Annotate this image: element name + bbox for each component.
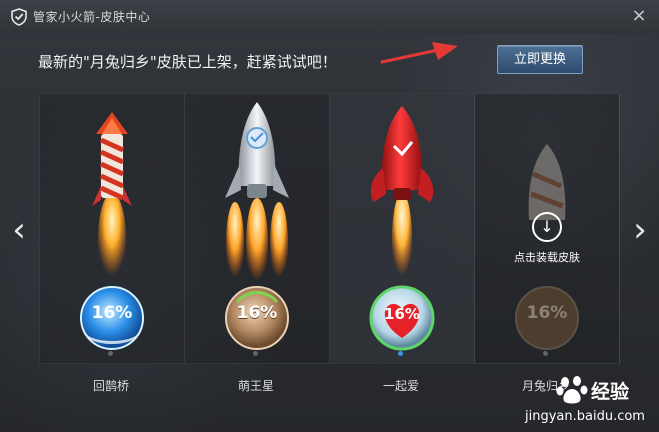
status-dot: [253, 351, 258, 356]
title-bar[interactable]: 管家小火箭-皮肤中心 ×: [0, 0, 659, 34]
skin-carousel: ↓ 点击装载皮肤 16% 16% 16% 16%: [39, 93, 620, 364]
promo-message: 最新的"月兔归乡"皮肤已上架，赶紧试试吧！: [38, 53, 337, 71]
download-icon[interactable]: ↓: [532, 212, 562, 242]
download-text: 点击装载皮肤: [514, 251, 580, 264]
skin-name-label: 一起爱: [382, 379, 419, 393]
baidu-jingyan-watermark: 经验 jingyan.baidu.com: [520, 373, 659, 432]
download-overlay[interactable]: ↓ 点击装载皮肤: [475, 212, 619, 265]
watermark-url: jingyan.baidu.com: [525, 409, 645, 424]
watermark-brand: 经验: [591, 381, 630, 403]
skin-name-label: 萌王星: [237, 379, 274, 393]
status-dot: [108, 351, 113, 356]
badge-percent: 16%: [526, 303, 568, 323]
skin-name-label: 回鹊桥: [92, 379, 129, 393]
window-title: 管家小火箭-皮肤中心: [33, 10, 151, 24]
red-arrow-icon: [380, 42, 458, 64]
next-arrow-icon[interactable]: ›: [628, 212, 652, 252]
status-dot: [543, 351, 548, 356]
skin-center-window: 管家小火箭-皮肤中心 × 最新的"月兔归乡"皮肤已上架，赶紧试试吧！ 立即更换 …: [0, 0, 659, 432]
apply-now-button[interactable]: 立即更换: [497, 45, 583, 74]
paw-logo-icon: [556, 376, 588, 404]
previous-arrow-icon[interactable]: ‹: [7, 212, 31, 252]
badge-percent: 16%: [384, 305, 420, 323]
badge-percent: 16%: [236, 303, 278, 323]
badge-percent: 16%: [91, 303, 133, 323]
selected-dot: [398, 351, 403, 356]
close-icon[interactable]: ×: [629, 6, 649, 26]
shield-logo-icon: [11, 8, 27, 26]
